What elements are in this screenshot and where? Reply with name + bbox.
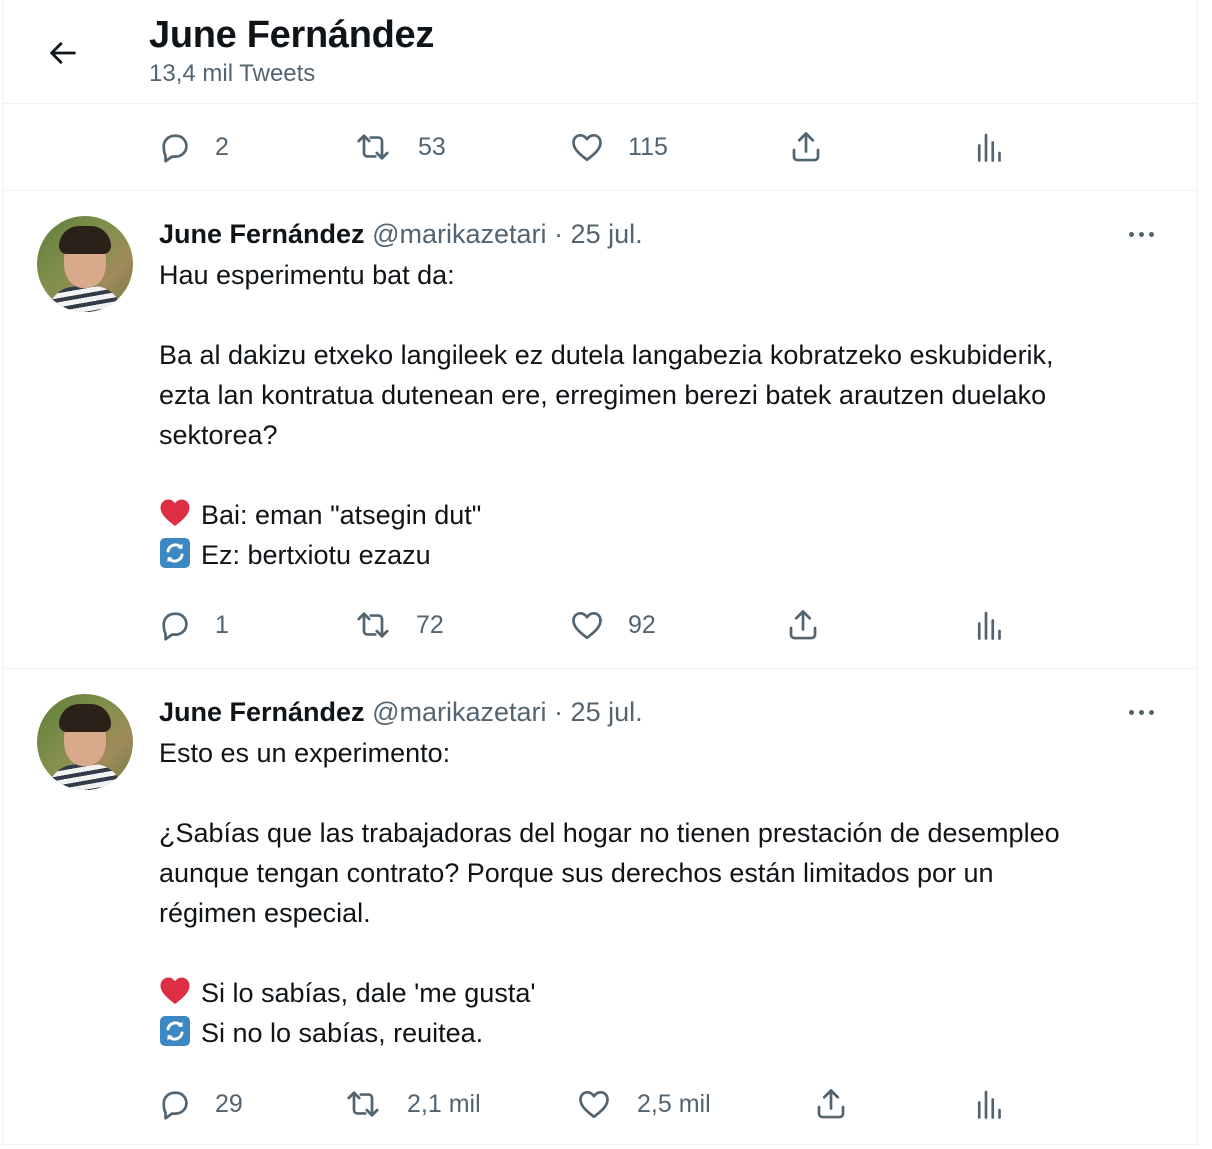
tweet-line: ¿Sabías que las trabajadoras del hogar n…: [159, 818, 1060, 848]
tweet-line: régimen especial.: [159, 898, 371, 928]
option-text: Ez: bertxiotu ezazu: [201, 540, 431, 570]
share-button[interactable]: [785, 600, 821, 650]
retweet-button[interactable]: 2,1 mil: [345, 1079, 481, 1129]
option-text: Si no lo sabías, reuitea.: [201, 1018, 484, 1048]
tweet-actions: 2 53 115: [3, 122, 1197, 172]
meta-separator: ·: [554, 697, 564, 727]
share-icon: [813, 1086, 849, 1122]
tweet-line: Ba al dakizu etxeko langileek ez dutela …: [159, 340, 1054, 370]
speech-bubble-icon: [157, 607, 193, 643]
heart-icon: [569, 129, 605, 165]
like-button[interactable]: 92: [569, 600, 656, 650]
tweet-line: aunque tengan contrato? Porque sus derec…: [159, 858, 994, 888]
reply-count: 1: [215, 610, 229, 639]
share-button[interactable]: [813, 1079, 849, 1129]
tweet-actions: 1 72 92: [3, 600, 1197, 650]
reply-button[interactable]: 29: [157, 1079, 243, 1129]
retweet-count: 2,1 mil: [407, 1089, 481, 1118]
more-options-button[interactable]: [1121, 695, 1161, 729]
like-button[interactable]: 2,5 mil: [576, 1079, 711, 1129]
retweet-icon: [355, 607, 391, 643]
like-count: 115: [628, 132, 668, 161]
profile-header: June Fernández 13,4 mil Tweets: [3, 0, 1197, 104]
heart-icon: [569, 607, 605, 643]
tweet-line: Esto es un experimento:: [159, 738, 451, 768]
like-count: 92: [628, 610, 656, 639]
avatar[interactable]: [37, 694, 133, 790]
red-heart-emoji: [159, 497, 191, 529]
share-icon: [785, 607, 821, 643]
reply-count: 29: [215, 1089, 243, 1118]
retweet-button[interactable]: 53: [355, 122, 446, 172]
retweet-icon: [355, 129, 391, 165]
arrows-emoji: [159, 537, 191, 569]
like-count: 2,5 mil: [637, 1089, 711, 1118]
option-text: Bai: eman "atsegin dut": [201, 500, 482, 530]
speech-bubble-icon: [157, 129, 193, 165]
avatar[interactable]: [37, 216, 133, 312]
tweet-date[interactable]: 25 jul.: [571, 219, 643, 249]
tweet-option-line: Ez: bertxiotu ezazu: [159, 535, 1169, 575]
reply-count: 2: [215, 132, 229, 161]
retweet-button[interactable]: 72: [355, 600, 444, 650]
bar-chart-icon: [971, 607, 1007, 643]
tweet-header: June Fernández @marikazetari · 25 jul.: [159, 219, 643, 250]
ellipsis-icon: [1128, 231, 1134, 237]
retweet-icon: [345, 1086, 381, 1122]
arrow-left-icon: [50, 42, 76, 64]
tweet-option-line: Si no lo sabías, reuitea.: [159, 1013, 1169, 1053]
tweet-option-line: Si lo sabías, dale 'me gusta': [159, 973, 1169, 1013]
author-handle[interactable]: @marikazetari: [372, 219, 546, 249]
author-name[interactable]: June Fernández: [159, 219, 365, 249]
tweet-line: ezta lan kontratua dutenean ere, erregim…: [159, 380, 1047, 410]
tweet-actions: 29 2,1 mil 2,5 mil: [3, 1079, 1197, 1129]
tweet-header: June Fernández @marikazetari · 25 jul.: [159, 697, 643, 728]
speech-bubble-icon: [157, 1086, 193, 1122]
back-button[interactable]: [43, 33, 83, 73]
tweet-line: sektorea?: [159, 420, 278, 450]
analytics-button[interactable]: [971, 122, 1007, 172]
ellipsis-icon: [1128, 709, 1134, 715]
reply-button[interactable]: 1: [157, 600, 229, 650]
profile-name-title: June Fernández: [149, 14, 435, 56]
like-button[interactable]: 115: [569, 122, 668, 172]
share-button[interactable]: [788, 122, 824, 172]
tweet[interactable]: June Fernández @marikazetari · 25 jul. E…: [3, 669, 1197, 1145]
analytics-button[interactable]: [971, 1079, 1007, 1129]
author-handle[interactable]: @marikazetari: [372, 697, 546, 727]
meta-separator: ·: [554, 219, 564, 249]
retweet-count: 53: [418, 132, 446, 161]
bar-chart-icon: [971, 129, 1007, 165]
more-options-button[interactable]: [1121, 217, 1161, 251]
red-heart-emoji: [159, 975, 191, 1007]
tweet-date[interactable]: 25 jul.: [571, 697, 643, 727]
bar-chart-icon: [971, 1086, 1007, 1122]
tweet-option-line: Bai: eman "atsegin dut": [159, 495, 1169, 535]
heart-icon: [576, 1086, 612, 1122]
option-text: Si lo sabías, dale 'me gusta': [201, 978, 536, 1008]
tweet-line: Hau esperimentu bat da:: [159, 260, 455, 290]
tweet-text: Esto es un experimento: ¿Sabías que las …: [159, 733, 1169, 1053]
reply-button[interactable]: 2: [157, 122, 229, 172]
analytics-button[interactable]: [971, 600, 1007, 650]
tweet-text: Hau esperimentu bat da: Ba al dakizu etx…: [159, 255, 1169, 575]
timeline-frame: June Fernández 13,4 mil Tweets 2 53 115 …: [2, 0, 1198, 1145]
share-icon: [788, 129, 824, 165]
arrows-emoji: [159, 1015, 191, 1047]
tweet[interactable]: June Fernández @marikazetari · 25 jul. H…: [3, 191, 1197, 668]
retweet-count: 72: [416, 610, 444, 639]
tweet-count: 13,4 mil Tweets: [149, 60, 316, 87]
author-name[interactable]: June Fernández: [159, 697, 365, 727]
